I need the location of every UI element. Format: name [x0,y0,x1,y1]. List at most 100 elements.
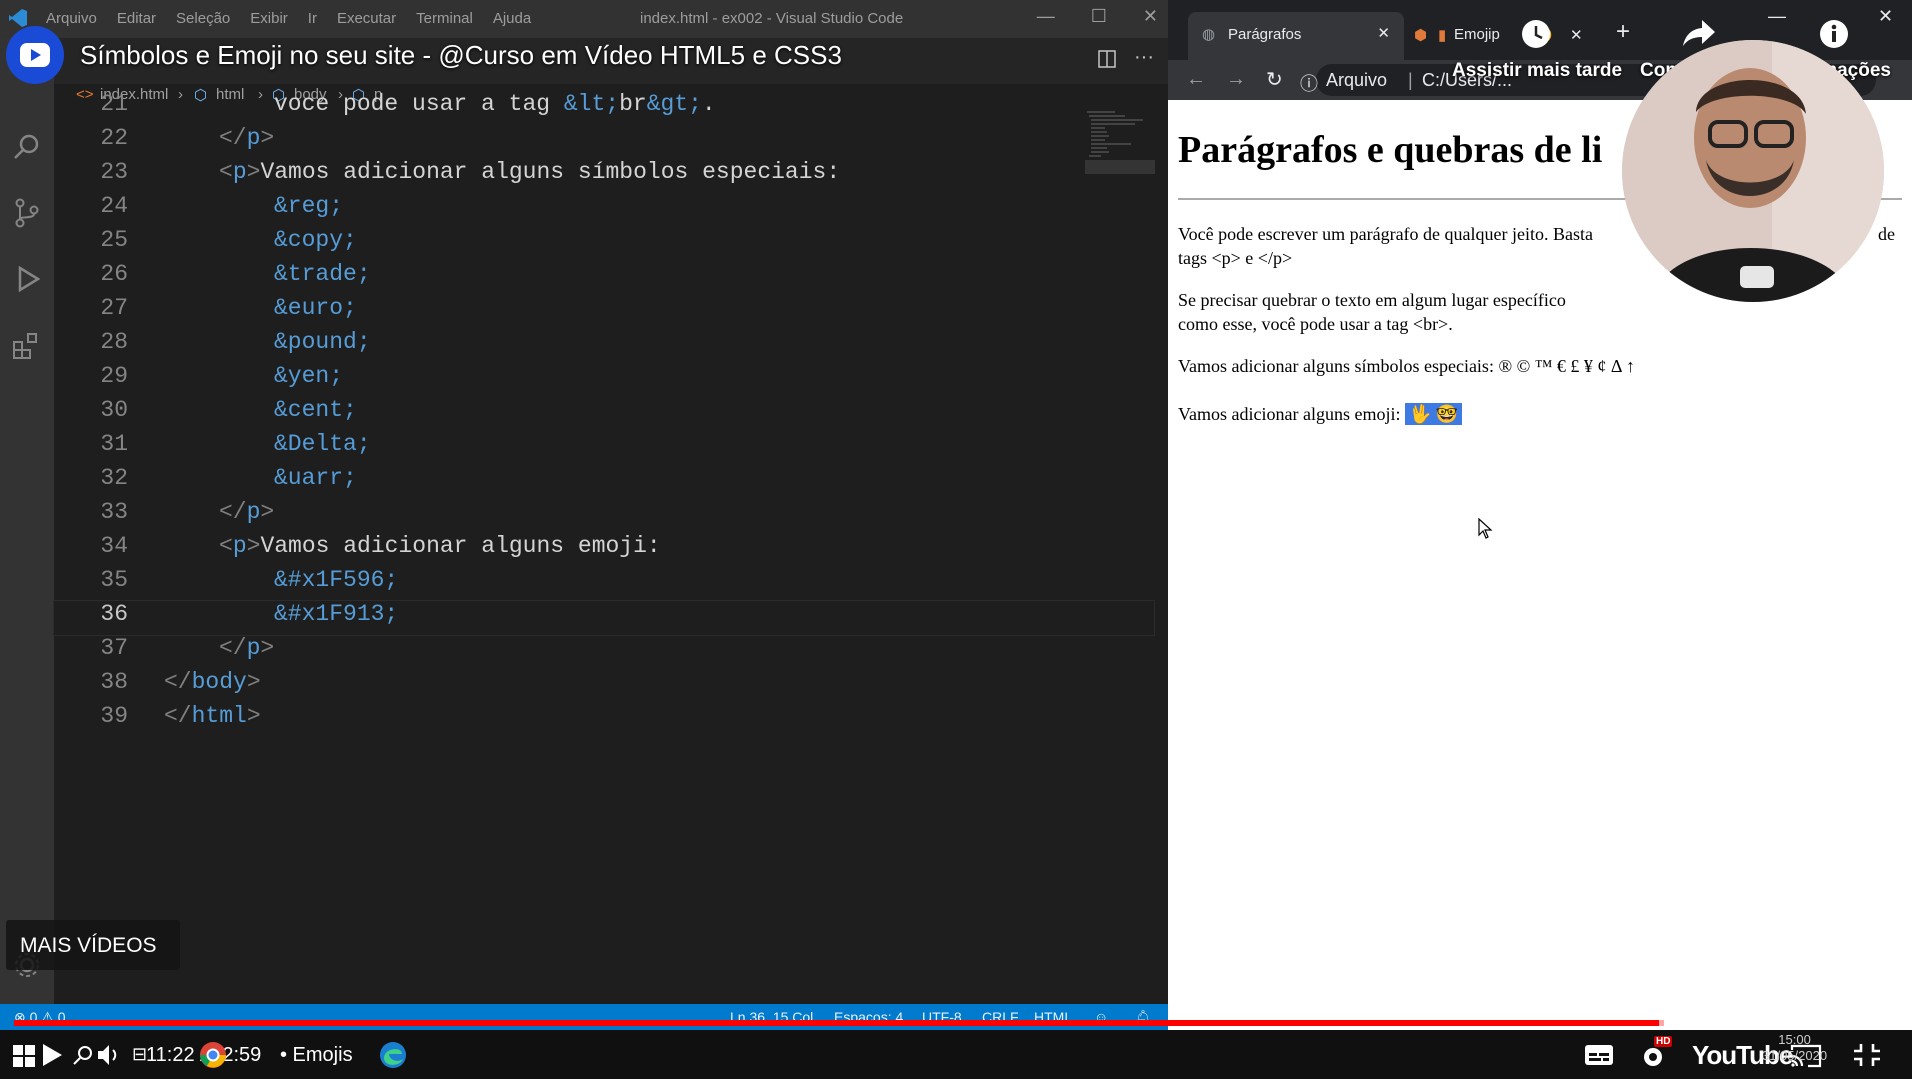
code-line[interactable]: 21 voce pode usar a tag &lt;br&gt;. [54,91,1154,125]
code-text: &yen; [274,363,343,389]
code-token: </ [219,499,247,525]
menu-item[interactable]: Seleção [176,10,230,27]
volume-icon[interactable] [96,1042,122,1068]
code-line[interactable]: 26 &trade; [54,261,1154,295]
paragraph-text: tags <p> e </p> [1178,248,1293,268]
mouse-cursor-icon [1478,518,1493,539]
code-line[interactable]: 29 &yen; [54,363,1154,397]
code-text: &Delta; [274,431,371,457]
watch-later-label[interactable]: Assistir mais tarde [1452,60,1622,82]
player-controls: ⊟ 11:22 / 12:59 • Emojis HD YouTube [0,1030,1912,1079]
vscode-menu: Arquivo Editar Seleção Exibir Ir Executa… [46,10,531,27]
code-line[interactable]: 33 </p> [54,499,1154,533]
run-debug-icon[interactable] [10,262,44,296]
code-line[interactable]: 27 &euro; [54,295,1154,329]
code-line[interactable]: 22 </p> [54,125,1154,159]
close-icon[interactable]: ✕ [1878,6,1893,27]
vscode-logo-icon [9,9,27,27]
extensions-icon[interactable] [10,328,44,362]
code-line[interactable]: 36 &#x1F913; [53,600,1155,636]
code-token: &reg; [274,193,344,219]
code-editor[interactable]: 21 voce pode usar a tag &lt;br&gt;. 22 </p>… [53,91,1155,1004]
watch-later-icon[interactable] [1520,18,1552,50]
more-videos-button[interactable]: MAIS VÍDEOS [6,920,180,970]
code-token: &lt; [563,91,620,117]
share-icon[interactable] [1682,18,1716,48]
menu-item[interactable]: Ajuda [493,10,531,27]
menu-item[interactable]: Ir [308,10,317,27]
task-view-icon[interactable]: ⊟ [132,1044,147,1065]
line-number: 35 [100,567,128,593]
browser-tab[interactable]: ⬢ ▮ Emojip 😃 ✕ [1414,14,1590,54]
windows-start-icon[interactable] [12,1044,36,1068]
chrome-icon[interactable] [198,1040,228,1070]
paragraph-text-tail: de [1878,224,1895,244]
selected-emoji[interactable]: 🖖 🤓 [1404,403,1463,425]
split-editor-icon[interactable] [1098,50,1116,68]
code-token: > [260,499,275,525]
maximize-icon[interactable]: ☐ [1091,6,1107,27]
code-text: &trade; [274,261,371,287]
close-tab-icon[interactable]: ✕ [1570,26,1583,44]
code-line[interactable]: 35 &#x1F596; [54,567,1154,601]
menu-item[interactable]: Exibir [250,10,288,27]
exit-fullscreen-icon[interactable] [1852,1042,1882,1068]
code-line[interactable]: 24 &reg; [54,193,1154,227]
close-tab-icon[interactable]: ✕ [1377,24,1390,42]
edge-icon[interactable] [378,1040,408,1070]
code-line[interactable]: 38 </body> [54,669,1154,703]
code-line[interactable]: 31 &Delta; [54,431,1154,465]
search-icon[interactable] [10,130,44,164]
code-text: &uarr; [274,465,357,491]
presenter-image [1622,40,1884,302]
source-control-icon[interactable] [10,196,44,230]
line-number: 30 [100,397,128,423]
tab-title: Parágrafos [1228,26,1302,43]
minimize-icon[interactable]: — [1768,6,1786,27]
code-line[interactable]: 34 <p>Vamos adicionar alguns emoji: [54,533,1154,567]
activity-bar [0,38,54,1004]
code-line[interactable]: 28 &pound; [54,329,1154,363]
subtitles-icon[interactable] [1584,1044,1614,1066]
more-actions-icon[interactable]: ··· [1134,46,1154,69]
progress-bar[interactable] [14,1020,1898,1026]
code-text: &euro; [274,295,357,321]
youtube-watermark-icon[interactable] [1850,976,1890,1006]
code-line[interactable]: 23 <p>Vamos adicionar alguns símbolos esp… [54,159,1154,193]
menu-item[interactable]: Arquivo [46,10,97,27]
code-line[interactable]: 37 </p> [54,635,1154,669]
reload-icon[interactable]: ↻ [1266,67,1283,92]
search-icon[interactable] [72,1044,94,1066]
code-line[interactable]: 39 </html> [54,703,1154,737]
code-line[interactable]: 32 &uarr; [54,465,1154,499]
chapter-title[interactable]: • Emojis [280,1044,353,1067]
code-token: br [619,91,647,117]
line-number: 21 [100,91,128,117]
new-tab-icon[interactable]: + [1616,18,1630,46]
code-token: > [260,635,275,661]
clock-date: 31/05/2020 [1762,1048,1828,1063]
menu-item[interactable]: Executar [337,10,396,27]
code-text: &copy; [274,227,357,253]
minimap[interactable] [1085,108,1155,188]
minimize-icon[interactable]: — [1037,6,1055,27]
code-text: <p>Vamos adicionar alguns símbolos espec… [219,159,840,185]
browser-tab-active[interactable]: ◍ Parágrafos ✕ [1188,12,1404,60]
code-token: </ [219,125,247,151]
code-token: &yen; [274,363,344,389]
channel-avatar[interactable] [6,26,64,84]
forward-icon[interactable]: → [1226,68,1246,91]
info-icon[interactable]: ⓘ [1300,70,1318,96]
code-line[interactable]: 30 &cent; [54,397,1154,431]
code-text: </p> [219,635,274,661]
menu-item[interactable]: Editar [117,10,156,27]
video-title[interactable]: Símbolos e Emoji no seu site - @Curso em… [80,40,842,71]
code-text: </body> [164,669,261,695]
info-icon[interactable] [1818,18,1850,50]
play-icon[interactable] [40,1042,64,1068]
back-icon[interactable]: ← [1186,68,1206,91]
menu-item[interactable]: Terminal [416,10,473,27]
close-icon[interactable]: ✕ [1143,6,1158,27]
code-line[interactable]: 25 &copy; [54,227,1154,261]
code-text: &cent; [274,397,357,423]
